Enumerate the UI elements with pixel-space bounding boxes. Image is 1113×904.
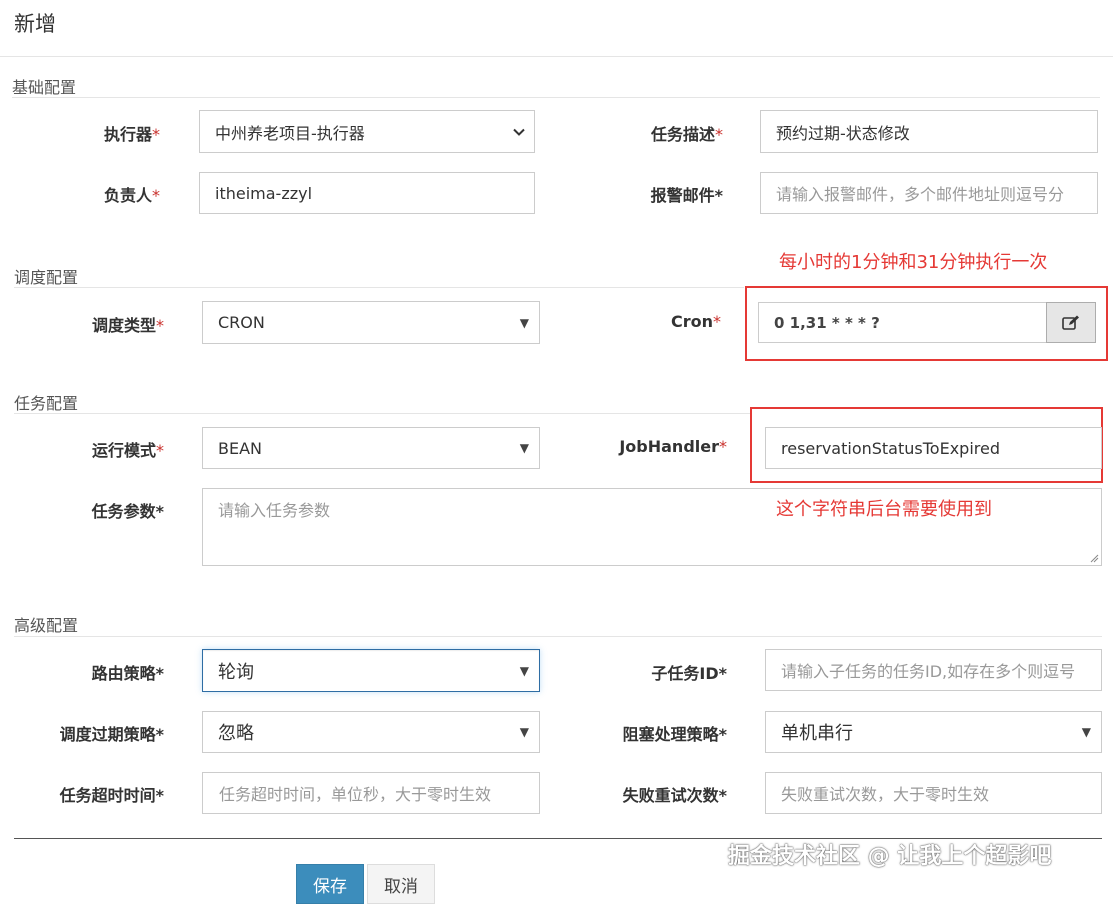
- schedule-type-value: CRON: [218, 313, 265, 332]
- timeout-label: 任务超时时间*: [59, 786, 164, 805]
- cancel-button[interactable]: 取消: [367, 864, 435, 904]
- fail-retry-label: 失败重试次数*: [622, 786, 727, 805]
- caret-down-icon: ▼: [519, 663, 529, 678]
- job-param-label: 任务参数*: [91, 502, 164, 521]
- section-schedule-title: 调度配置: [14, 268, 79, 287]
- author-label: 负责人*: [103, 186, 160, 205]
- author-input[interactable]: itheima-zzyl: [199, 172, 535, 214]
- author-value: itheima-zzyl: [215, 183, 313, 203]
- section-task-title: 任务配置: [14, 394, 79, 413]
- alarm-email-placeholder: 请输入报警邮件，多个邮件地址则逗号分: [776, 185, 1065, 204]
- alarm-email-input[interactable]: 请输入报警邮件，多个邮件地址则逗号分: [760, 172, 1098, 214]
- handler-annotation: 这个字符串后台需要使用到: [776, 499, 992, 520]
- misfire-strategy-label: 调度过期策略*: [59, 725, 164, 744]
- edit-icon: [1062, 315, 1079, 330]
- section-schedule-divider: [14, 287, 744, 288]
- fail-retry-placeholder: 失败重试次数，大于零时生效: [781, 785, 990, 804]
- chevron-down-icon: [513, 128, 525, 136]
- section-basic-divider: [12, 97, 1100, 98]
- job-desc-label: 任务描述*: [650, 125, 723, 144]
- child-job-label: 子任务ID*: [651, 664, 727, 683]
- job-handler-label: JobHandler*: [619, 437, 727, 456]
- caret-down-icon: ▼: [519, 725, 529, 739]
- section-task-divider: [14, 413, 750, 414]
- child-job-placeholder: 请输入子任务的任务ID,如存在多个则逗号: [781, 662, 1076, 681]
- block-strategy-select[interactable]: 单机串行 ▼: [765, 711, 1102, 753]
- cron-edit-button[interactable]: [1046, 302, 1096, 343]
- fail-retry-input[interactable]: 失败重试次数，大于零时生效: [765, 772, 1102, 814]
- schedule-type-select[interactable]: CRON ▼: [202, 301, 540, 344]
- modal-title: 新增: [14, 12, 56, 36]
- alarm-email-label: 报警邮件*: [650, 186, 723, 205]
- route-strategy-value: 轮询: [218, 661, 254, 683]
- job-param-placeholder: 请输入任务参数: [218, 501, 331, 520]
- section-advanced-title: 高级配置: [14, 616, 79, 635]
- caret-down-icon: ▼: [519, 315, 529, 330]
- watermark: 掘金技术社区 @ 让我上个超影吧: [728, 844, 1052, 869]
- section-basic-title: 基础配置: [12, 78, 77, 97]
- glue-type-select[interactable]: BEAN ▼: [202, 427, 540, 469]
- block-strategy-label: 阻塞处理策略*: [622, 725, 727, 744]
- executor-value: 中州养老项目-执行器: [215, 123, 365, 143]
- job-handler-input[interactable]: reservationStatusToExpired: [765, 427, 1102, 469]
- timeout-input[interactable]: 任务超时时间，单位秒，大于零时生效: [202, 772, 540, 814]
- job-desc-input[interactable]: 预约过期-状态修改: [760, 110, 1098, 153]
- cron-value: 0 1,31 * * * ?: [774, 313, 880, 332]
- block-strategy-value: 单机串行: [781, 723, 853, 744]
- caret-down-icon: ▼: [1081, 725, 1091, 739]
- child-job-input[interactable]: 请输入子任务的任务ID,如存在多个则逗号: [765, 649, 1102, 691]
- cron-input[interactable]: 0 1,31 * * * ?: [758, 302, 1047, 343]
- misfire-strategy-select[interactable]: 忽略 ▼: [202, 711, 540, 753]
- job-handler-value: reservationStatusToExpired: [781, 438, 1000, 458]
- executor-label: 执行器*: [103, 125, 160, 144]
- resize-grip-icon[interactable]: [1089, 553, 1099, 563]
- timeout-placeholder: 任务超时时间，单位秒，大于零时生效: [219, 785, 492, 804]
- title-divider: [0, 56, 1113, 57]
- route-strategy-select[interactable]: 轮询 ▼: [202, 649, 540, 692]
- section-advanced-divider: [14, 636, 1102, 637]
- schedule-type-label: 调度类型*: [91, 316, 164, 335]
- glue-type-value: BEAN: [218, 438, 262, 458]
- save-button[interactable]: 保存: [296, 864, 364, 904]
- cron-annotation: 每小时的1分钟和31分钟执行一次: [779, 252, 1048, 273]
- route-strategy-label: 路由策略*: [91, 664, 164, 683]
- executor-select[interactable]: 中州养老项目-执行器: [199, 110, 535, 153]
- cron-label: Cron*: [670, 312, 721, 331]
- glue-type-label: 运行模式*: [91, 441, 164, 460]
- caret-down-icon: ▼: [519, 441, 529, 455]
- misfire-strategy-value: 忽略: [218, 723, 254, 744]
- job-desc-value: 预约过期-状态修改: [776, 123, 910, 143]
